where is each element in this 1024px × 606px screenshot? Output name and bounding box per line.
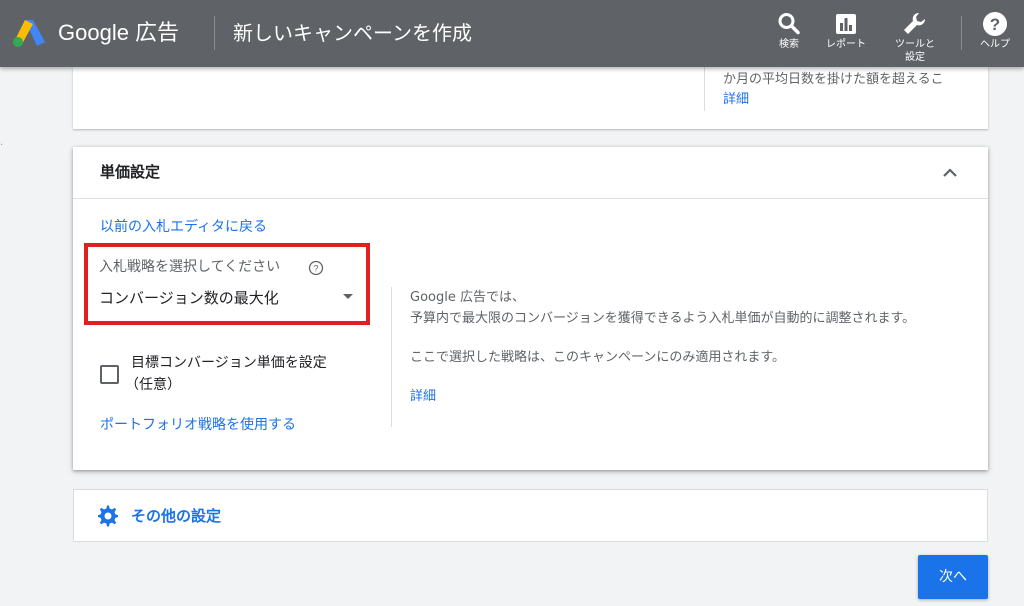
bidding-card-title: 単価設定 (100, 163, 161, 181)
left-margin-mark: · (0, 140, 4, 151)
info-text-line-3: ここで選択した戦略は、このキャンペーンにのみ適用されます。 (410, 350, 786, 365)
target-cpa-label[interactable]: 目標コンバージョン単価を設定 (131, 352, 327, 374)
budget-details-link[interactable]: 詳細 (723, 90, 749, 110)
tools-settings-label: ツールと設定 (895, 39, 935, 63)
dropdown-arrow-icon (343, 294, 353, 299)
chevron-up-icon[interactable] (938, 161, 962, 185)
use-portfolio-strategy-link[interactable]: ポートフォリオ戦略を使用する (100, 415, 296, 435)
brand-name[interactable]: Google 広告 (58, 18, 179, 48)
back-to-previous-editor-link[interactable]: 以前の入札エディタに戻る (100, 217, 267, 237)
other-settings-card[interactable]: その他の設定 (73, 489, 988, 542)
gear-icon (98, 505, 118, 527)
other-settings-label: その他の設定 (131, 507, 222, 525)
budget-card-divider (704, 67, 705, 111)
bid-strategy-value: コンバージョン数の最大化 (99, 289, 279, 307)
header-divider-2 (961, 16, 962, 50)
reports-button-label: レポート (826, 39, 866, 50)
target-cpa-optional-label: （任意） (125, 377, 181, 393)
budget-card: か月の平均日数を掛けた額を超えるこ 詳細 (73, 67, 988, 129)
bidding-card: 単価設定 以前の入札エディタに戻る 入札戦略を選択してください ? コンバージョ… (73, 147, 988, 470)
google-ads-logo-icon[interactable] (12, 18, 46, 48)
svg-text:?: ? (990, 15, 1000, 34)
help-icon[interactable]: ? (308, 260, 324, 276)
help-button-label: ヘルプ (980, 39, 1010, 50)
page-title: 新しいキャンペーンを作成 (233, 21, 472, 45)
help-circle-icon: ? (983, 12, 1007, 36)
reports-button[interactable]: レポート (820, 8, 872, 60)
next-button[interactable]: 次へ (918, 555, 988, 599)
app-header: Google 広告 新しいキャンペーンを作成 検索 レポート ツールと設定 ? … (0, 0, 1024, 67)
bar-chart-icon (836, 14, 856, 34)
help-button[interactable]: ? ヘルプ (974, 8, 1016, 60)
info-text-line-2: 予算内で最大限のコンバージョンを獲得できるよう入札単価が自動的に調整されます。 (410, 311, 916, 326)
search-button[interactable]: 検索 (772, 8, 806, 60)
search-icon (778, 13, 800, 35)
bidding-details-link[interactable]: 詳細 (410, 387, 436, 407)
bid-strategy-label: 入札戦略を選択してください (99, 259, 281, 275)
info-text-line-1: Google 広告では、 (410, 290, 525, 305)
column-divider (391, 287, 392, 427)
target-cpa-checkbox[interactable] (100, 365, 119, 384)
search-button-label: 検索 (779, 39, 799, 50)
budget-note: か月の平均日数を掛けた額を超えるこ (723, 72, 944, 87)
bid-strategy-select[interactable]: コンバージョン数の最大化 (99, 285, 357, 313)
bidding-card-header[interactable]: 単価設定 (73, 147, 988, 199)
tools-settings-button[interactable]: ツールと設定 (889, 8, 941, 67)
svg-text:?: ? (313, 264, 318, 274)
wrench-icon (904, 12, 926, 34)
header-divider (214, 16, 215, 50)
